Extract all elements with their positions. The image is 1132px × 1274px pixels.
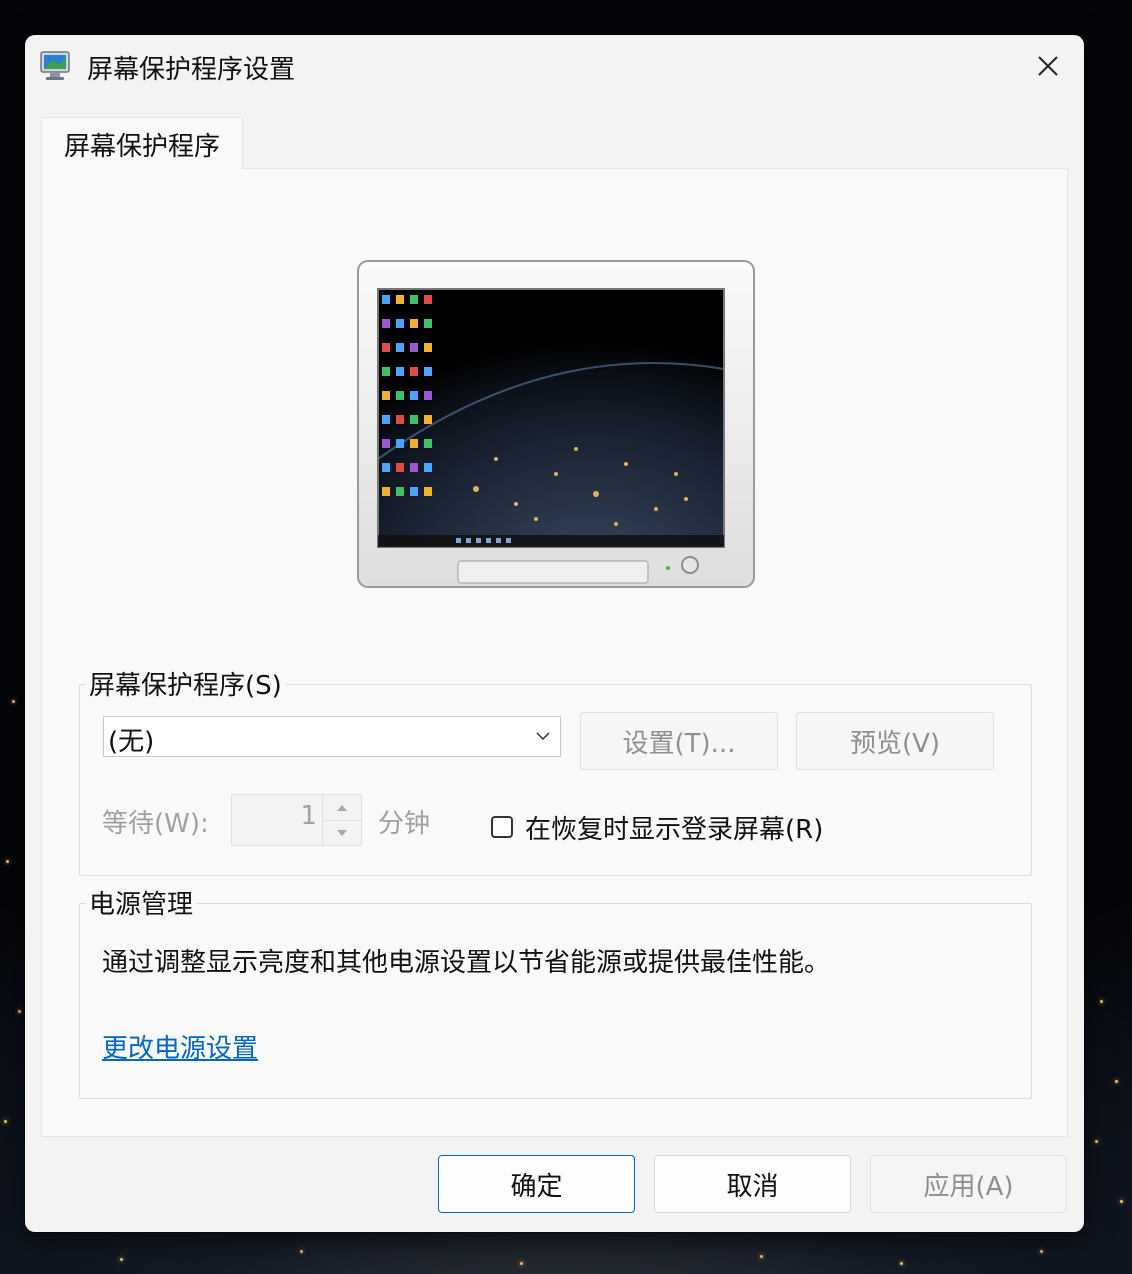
close-icon	[1038, 56, 1058, 76]
stepper-up-button[interactable]	[323, 795, 361, 821]
close-button[interactable]	[1012, 35, 1084, 97]
screensaver-preview-button[interactable]: 预览(V)	[796, 712, 994, 770]
power-description: 通过调整显示亮度和其他电源设置以节省能源或提供最佳性能。	[102, 948, 831, 978]
stepper-buttons	[322, 795, 361, 845]
caret-up-icon	[337, 804, 347, 811]
stepper-down-button[interactable]	[323, 820, 361, 845]
screensaver-settings-button[interactable]: 设置(T)...	[580, 712, 778, 770]
wait-label: 等待(W):	[102, 809, 209, 839]
display-settings-icon	[40, 51, 70, 80]
screensaver-settings-dialog: 屏幕保护程序设置 屏幕保护程序 屏幕保护程序(S) (无) 设置(T)... 预…	[25, 35, 1084, 1232]
cancel-button[interactable]: 取消	[654, 1155, 851, 1213]
power-management-group: 电源管理 通过调整显示亮度和其他电源设置以节省能源或提供最佳性能。 更改电源设置	[79, 884, 1032, 1099]
resume-logon-label[interactable]: 在恢复时显示登录屏幕(R)	[525, 809, 823, 846]
ok-button[interactable]: 确定	[438, 1155, 635, 1213]
minutes-label: 分钟	[378, 809, 431, 839]
screensaver-group: 屏幕保护程序(S) (无) 设置(T)... 预览(V) 等待(W): 1 分钟…	[79, 665, 1032, 876]
screensaver-group-label: 屏幕保护程序(S)	[86, 665, 285, 702]
apply-button[interactable]: 应用(A)	[870, 1155, 1067, 1213]
caret-down-icon	[337, 829, 347, 836]
chevron-down-icon	[536, 732, 550, 741]
resume-logon-checkbox[interactable]	[491, 816, 513, 838]
power-group-label: 电源管理	[86, 884, 197, 921]
tab-panel: 屏幕保护程序(S) (无) 设置(T)... 预览(V) 等待(W): 1 分钟…	[41, 168, 1068, 1137]
change-power-settings-link[interactable]: 更改电源设置	[102, 1028, 258, 1065]
wait-minutes-value: 1	[300, 801, 317, 831]
screensaver-select-value: (无)	[108, 727, 155, 757]
monitor-preview-image	[357, 260, 755, 588]
window-title: 屏幕保护程序设置	[87, 55, 296, 85]
wait-minutes-stepper[interactable]: 1	[231, 794, 362, 846]
tab-screensaver[interactable]: 屏幕保护程序	[41, 117, 243, 170]
screensaver-select[interactable]: (无)	[103, 716, 561, 757]
title-bar: 屏幕保护程序设置	[25, 35, 1084, 97]
